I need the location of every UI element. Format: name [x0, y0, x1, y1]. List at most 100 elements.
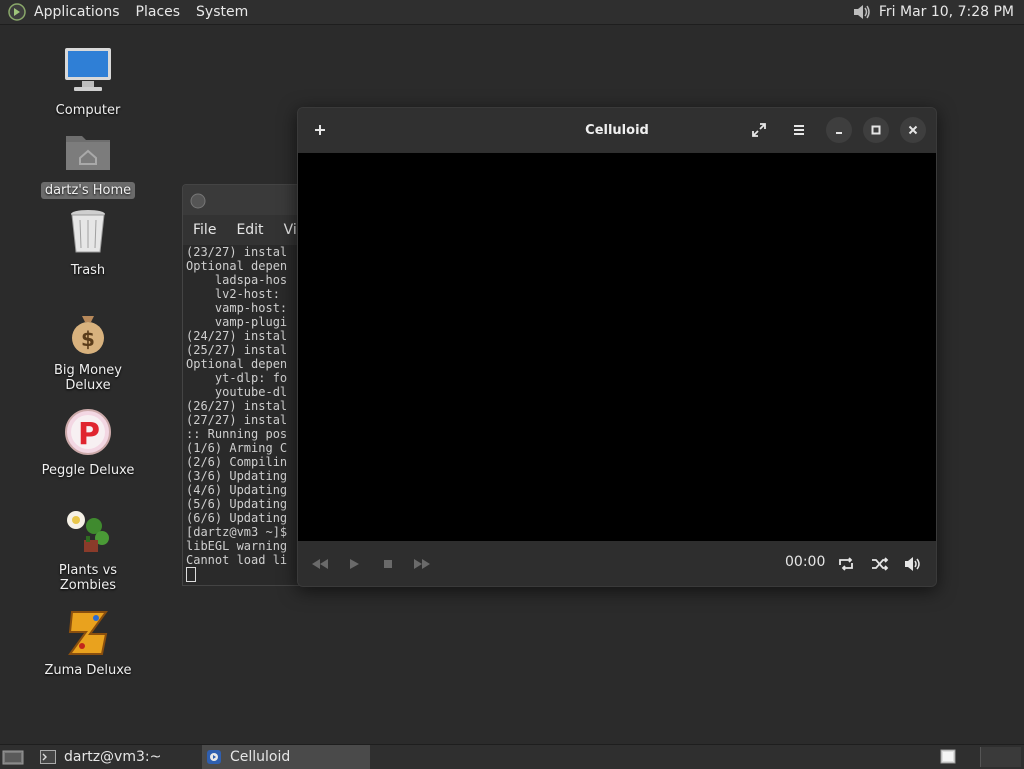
playback-time: 00:00: [785, 554, 826, 570]
desktop-icon-label: Plants vs Zombies: [58, 563, 118, 593]
desktop-icon-trash[interactable]: Trash: [28, 206, 148, 279]
taskbar-item-label: dartz@vm3:~: [64, 749, 162, 765]
loop-button[interactable]: [835, 553, 857, 575]
terminal-window-menu-icon[interactable]: [188, 191, 208, 211]
playback-controls: 00:00: [298, 541, 936, 586]
terminal-line: (3/6) Updating: [186, 469, 288, 483]
terminal-line: Optional depen: [186, 357, 288, 371]
video-area[interactable]: [298, 153, 936, 541]
terminal-line: Optional depen: [186, 259, 288, 273]
terminal-line: (27/27) instal: [186, 413, 288, 427]
desktop-icon-home[interactable]: dartz's Home: [28, 126, 148, 199]
celluloid-headerbar[interactable]: Celluloid: [298, 108, 936, 152]
minimize-button[interactable]: [826, 117, 852, 143]
desktop-icon-plants-vs-zombies[interactable]: Plants vs Zombies: [28, 506, 148, 594]
top-panel: Applications Places System Fri Mar 10, 7…: [0, 0, 1024, 25]
terminal-line: vamp-plugi: [186, 315, 288, 329]
money-bag-icon: $: [62, 306, 114, 358]
desktop-icon-label: Big Money Deluxe: [53, 363, 122, 393]
app-menu-logo-icon[interactable]: [8, 3, 26, 21]
terminal-window[interactable]: File Edit Vie (23/27) instal Optional dep…: [182, 184, 314, 586]
volume-icon: [905, 557, 920, 571]
terminal-menu-file[interactable]: File: [183, 222, 226, 238]
trash-icon: [62, 206, 114, 258]
workspace-2[interactable]: [980, 747, 1021, 767]
svg-text:$: $: [81, 327, 95, 351]
taskbar-item-celluloid[interactable]: Celluloid: [202, 745, 370, 769]
desktop-icon-label: Computer: [55, 103, 121, 118]
main-menu-button[interactable]: [786, 117, 812, 143]
desktop-icon-label: Trash: [70, 263, 106, 278]
terminal-menu-edit[interactable]: Edit: [226, 222, 273, 238]
desktop-icon-label: dartz's Home: [40, 182, 136, 199]
fullscreen-icon: [752, 123, 766, 137]
volume-button[interactable]: [902, 553, 924, 575]
computer-icon: [62, 46, 114, 98]
rewind-button[interactable]: [309, 553, 331, 575]
stop-icon: [384, 560, 392, 568]
main-menu: Applications Places System: [0, 0, 256, 24]
show-desktop-icon[interactable]: [2, 748, 24, 766]
plants-icon: [62, 506, 114, 558]
minimize-icon: [836, 132, 842, 134]
desktop-icon-peggle[interactable]: P Peggle Deluxe: [28, 406, 148, 479]
taskbar-item-terminal[interactable]: dartz@vm3:~: [36, 745, 200, 769]
play-button[interactable]: [343, 553, 365, 575]
terminal-line: Cannot load li: [186, 553, 288, 567]
clock[interactable]: Fri Mar 10, 7:28 PM: [873, 4, 1024, 20]
play-icon: [350, 559, 359, 569]
places-menu[interactable]: Places: [128, 0, 189, 24]
desktop-icon-label: Peggle Deluxe: [41, 463, 135, 478]
system-tray: Fri Mar 10, 7:28 PM: [851, 0, 1024, 24]
terminal-line: :: Running pos: [186, 427, 288, 441]
add-button[interactable]: [307, 117, 333, 143]
terminal-cursor: [186, 567, 196, 582]
terminal-prompt-line: [186, 567, 313, 582]
taskbar-item-label: Celluloid: [230, 749, 291, 765]
close-button[interactable]: [900, 117, 926, 143]
hamburger-menu-icon: [794, 125, 804, 135]
terminal-line: vamp-host:: [186, 301, 288, 315]
desktop-icon-big-money[interactable]: $ Big Money Deluxe: [28, 306, 148, 394]
terminal-line: lv2-host:: [186, 287, 288, 301]
stop-button[interactable]: [377, 553, 399, 575]
system-menu[interactable]: System: [188, 0, 256, 24]
shuffle-icon: [872, 557, 889, 571]
applications-menu[interactable]: Applications: [26, 0, 128, 24]
terminal-line: (1/6) Arming C: [186, 441, 288, 455]
terminal-line: (5/6) Updating: [186, 497, 288, 511]
loop-icon: [839, 557, 853, 571]
terminal-line: (24/27) instal: [186, 329, 288, 343]
terminal-titlebar[interactable]: [183, 185, 313, 215]
terminal-line: libEGL warning: [186, 539, 288, 553]
desktop-icon-computer[interactable]: Computer: [28, 46, 148, 119]
celluloid-window[interactable]: Celluloid 00:00: [297, 107, 937, 587]
maximize-button[interactable]: [863, 117, 889, 143]
rewind-icon: [312, 559, 328, 569]
zuma-icon: [62, 606, 114, 658]
volume-icon[interactable]: [851, 2, 873, 22]
terminal-line: ladspa-hos: [186, 273, 288, 287]
add-icon: [315, 125, 325, 135]
terminal-menubar: File Edit Vie: [183, 215, 313, 245]
bottom-panel: dartz@vm3:~ Celluloid: [0, 744, 1024, 769]
desktop-icon-zuma[interactable]: Zuma Deluxe: [28, 606, 148, 679]
svg-text:P: P: [78, 417, 100, 452]
shuffle-button[interactable]: [869, 553, 891, 575]
celluloid-icon: [207, 750, 221, 764]
desktop-icon-label: Zuma Deluxe: [44, 663, 132, 678]
terminal-icon: [40, 750, 56, 764]
terminal-line: (23/27) instal: [186, 245, 288, 259]
fast-forward-button[interactable]: [411, 553, 433, 575]
maximize-icon: [871, 125, 881, 135]
terminal-line: (4/6) Updating: [186, 483, 288, 497]
terminal-line: (25/27) instal: [186, 343, 288, 357]
workspace-switcher-icon[interactable]: [940, 749, 958, 765]
terminal-line: youtube-dl: [186, 385, 288, 399]
terminal-line: (26/27) instal: [186, 399, 288, 413]
peggle-icon: P: [62, 406, 114, 458]
terminal-line: (2/6) Compilin: [186, 455, 288, 469]
terminal-output[interactable]: (23/27) instal Optional depen ladspa-hos …: [183, 245, 313, 585]
fullscreen-button[interactable]: [746, 117, 772, 143]
terminal-line: (6/6) Updating: [186, 511, 288, 525]
